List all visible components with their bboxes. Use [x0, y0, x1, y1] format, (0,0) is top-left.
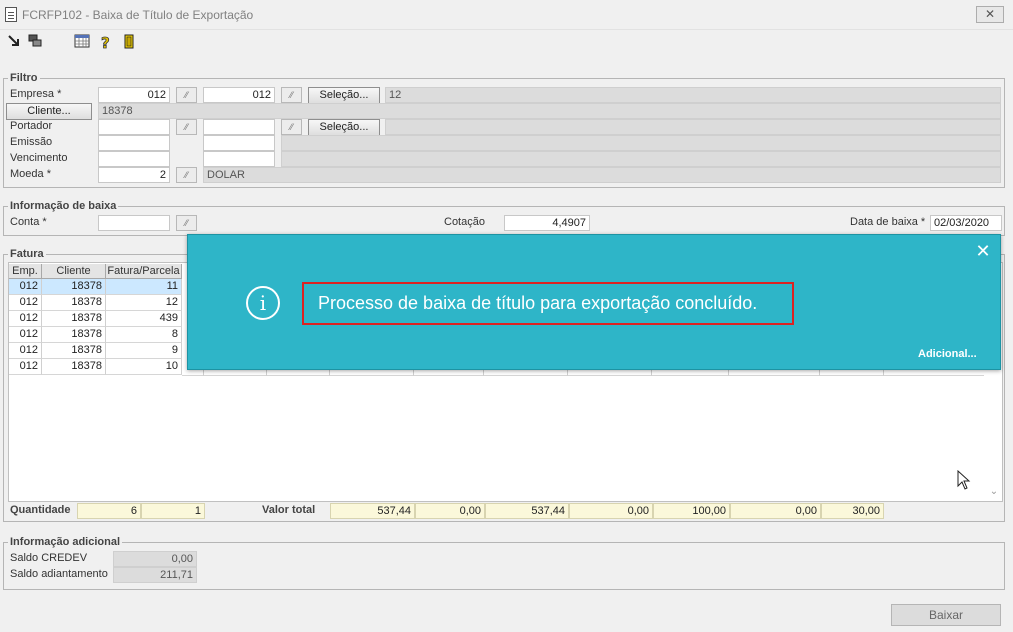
cell-cliente: 18378 [42, 343, 106, 359]
cotacao-label: Cotação [444, 216, 485, 228]
cell-fatura-parcela: 12 [106, 295, 182, 311]
door-exit-icon[interactable] [121, 34, 137, 50]
moeda-lookup-button[interactable]: ⁄⁄ [176, 167, 197, 183]
baixar-button[interactable]: Baixar [891, 604, 1001, 626]
total-value: 30,00 [821, 503, 884, 519]
column-header-cliente[interactable]: Cliente [42, 264, 106, 279]
empresa-selection-display: 12 [385, 87, 1001, 103]
empresa-to-input[interactable]: 012 [203, 87, 275, 103]
total-value: 0,00 [415, 503, 485, 519]
saldo-credev-label: Saldo CREDEV [10, 552, 88, 564]
cliente-display: 18378 [98, 103, 1001, 119]
notification-toast: ✕ i Processo de baixa de título para exp… [187, 234, 1001, 370]
total-value: 537,44 [485, 503, 569, 519]
emissao-to-input[interactable] [203, 135, 275, 151]
empresa-to-lookup-button[interactable]: ⁄⁄ [281, 87, 302, 103]
cell-fatura-parcela: 439 [106, 311, 182, 327]
svg-text:?: ? [101, 34, 110, 50]
conta-input[interactable] [98, 215, 170, 231]
cell-cliente: 18378 [42, 359, 106, 375]
portador-to-lookup-button[interactable]: ⁄⁄ [281, 119, 302, 135]
table-row[interactable]: 012 18378 11 [9, 279, 182, 295]
quantidade-selecionada: 1 [141, 503, 205, 519]
conta-lookup-button[interactable]: ⁄⁄ [176, 215, 197, 231]
saldo-adiantamento-value: 211,71 [113, 567, 197, 583]
portador-selection-display [385, 119, 1001, 135]
portador-to-input[interactable] [203, 119, 275, 135]
vencimento-to-input[interactable] [203, 151, 275, 167]
portador-from-lookup-button[interactable]: ⁄⁄ [176, 119, 197, 135]
moeda-input[interactable]: 2 [98, 167, 170, 183]
cell-emp: 012 [9, 279, 42, 295]
quantidade-total: 6 [77, 503, 141, 519]
cell-fatura-parcela: 9 [106, 343, 182, 359]
cell-fatura-parcela: 11 [106, 279, 182, 295]
total-value: 0,00 [730, 503, 821, 519]
portador-label: Portador [10, 120, 53, 132]
quantidade-label: Quantidade [10, 504, 71, 516]
moeda-label: Moeda * [10, 168, 51, 180]
scroll-down-arrow-icon[interactable]: ⌄ [988, 486, 1000, 498]
help-icon[interactable]: ? [98, 34, 114, 53]
cell-cliente: 18378 [42, 311, 106, 327]
total-value: 0,00 [569, 503, 653, 519]
vencimento-display [281, 151, 1001, 167]
cotacao-input[interactable]: 4,4907 [504, 215, 590, 231]
emissao-from-input[interactable] [98, 135, 170, 151]
data-baixa-input[interactable]: 02/03/2020 [930, 215, 1002, 231]
document-icon [5, 7, 17, 22]
cell-fatura-parcela: 8 [106, 327, 182, 343]
mouse-cursor-icon [957, 469, 971, 490]
table-row[interactable]: 012 18378 8 [9, 327, 182, 343]
cell-fatura-parcela: 10 [106, 359, 182, 375]
table-row[interactable]: 012 18378 10 [9, 359, 182, 375]
hidden-columns-edge [182, 370, 984, 376]
cell-cliente: 18378 [42, 279, 106, 295]
cell-emp: 012 [9, 343, 42, 359]
table-row[interactable]: 012 18378 439 [9, 311, 182, 327]
vencimento-from-input[interactable] [98, 151, 170, 167]
info-baixa-legend: Informação de baixa [8, 200, 119, 212]
saldo-credev-value: 0,00 [113, 551, 197, 567]
filtro-legend: Filtro [8, 72, 40, 84]
saldo-adiantamento-label: Saldo adiantamento [10, 568, 108, 580]
empresa-selecao-button[interactable]: Seleção... [308, 87, 380, 104]
adicional-link[interactable]: Adicional... [918, 348, 977, 360]
total-value: 537,44 [330, 503, 415, 519]
cell-emp: 012 [9, 295, 42, 311]
portador-selecao-button[interactable]: Seleção... [308, 119, 380, 136]
table-row[interactable]: 012 18378 12 [9, 295, 182, 311]
info-icon: i [246, 286, 280, 320]
column-header-emp[interactable]: Emp. [9, 264, 42, 279]
empresa-from-input[interactable]: 012 [98, 87, 170, 103]
toast-message: Processo de baixa de título para exporta… [302, 282, 794, 325]
cell-cliente: 18378 [42, 295, 106, 311]
portador-from-input[interactable] [98, 119, 170, 135]
window-close-button[interactable]: ✕ [976, 6, 1004, 23]
cell-emp: 012 [9, 311, 42, 327]
table-row[interactable]: 012 18378 9 [9, 343, 182, 359]
empresa-label: Empresa * [10, 88, 62, 100]
exit-arrow-icon[interactable] [6, 34, 22, 50]
empresa-from-lookup-button[interactable]: ⁄⁄ [176, 87, 197, 103]
column-header-fatura-parcela[interactable]: Fatura/Parcela [106, 264, 182, 279]
window-title: FCRFP102 - Baixa de Título de Exportação [22, 8, 254, 22]
cliente-button[interactable]: Cliente... [6, 103, 92, 120]
moeda-description: DOLAR [203, 167, 1001, 183]
emissao-label: Emissão [10, 136, 53, 148]
windows-icon[interactable] [27, 34, 43, 50]
emissao-display [281, 135, 1001, 151]
valor-total-label: Valor total [262, 504, 316, 516]
close-icon[interactable]: ✕ [974, 241, 992, 261]
cell-emp: 012 [9, 327, 42, 343]
calendar-icon[interactable] [74, 34, 90, 50]
data-baixa-label: Data de baixa * [850, 216, 926, 228]
total-value: 100,00 [653, 503, 730, 519]
fatura-legend: Fatura [8, 248, 46, 260]
conta-label: Conta * [10, 216, 47, 228]
info-adicional-legend: Informação adicional [8, 536, 123, 548]
cell-emp: 012 [9, 359, 42, 375]
vencimento-label: Vencimento [10, 152, 68, 164]
cell-cliente: 18378 [42, 327, 106, 343]
